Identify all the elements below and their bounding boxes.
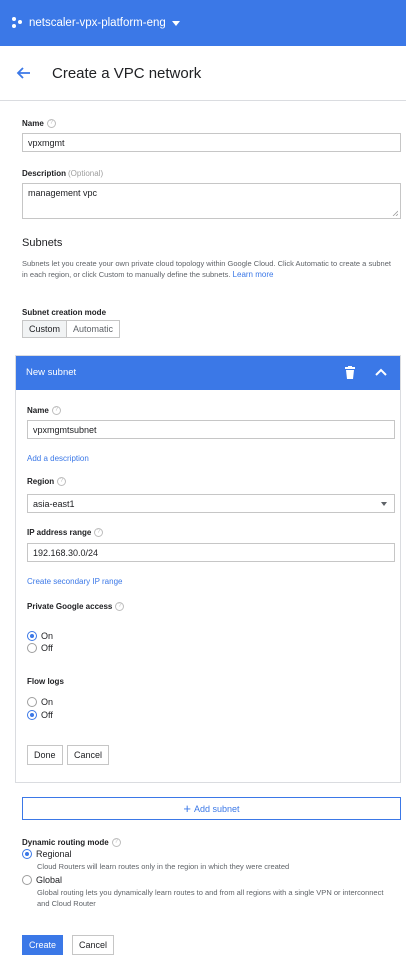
radio-selected-icon [27,710,37,720]
page-title: Create a VPC network [52,64,202,82]
private-access-on-radio[interactable]: On [27,631,53,641]
radio-selected-icon [22,849,32,859]
subnet-mode-label: Subnet creation mode [22,308,107,317]
mode-automatic-button[interactable]: Automatic [67,321,119,337]
ip-range-input[interactable]: 192.168.30.0/24 [27,543,395,562]
add-subnet-label: Add subnet [194,803,240,814]
help-icon[interactable]: ? [51,406,61,416]
cancel-button[interactable]: Cancel [72,935,115,955]
help-icon[interactable]: ? [57,477,67,487]
new-subnet-title: New subnet [26,367,77,378]
description-value: management vpc [28,188,98,198]
page-header: Create a VPC network [0,46,406,101]
regional-description: Cloud Routers will learn routes only in … [37,862,290,871]
global-description: Global routing lets you dynamically lear… [37,888,384,908]
help-icon[interactable]: ? [94,528,104,538]
help-icon[interactable]: ? [111,838,121,848]
help-icon[interactable]: ? [115,602,125,612]
flow-logs-on-radio[interactable]: On [27,697,53,707]
name-label: Name? [22,119,56,129]
radio-label: Global [36,875,63,885]
radio-unselected-icon [22,875,32,885]
chevron-up-icon[interactable] [374,366,388,380]
routing-mode-label: Dynamic routing mode? [22,838,121,848]
routing-regional-radio[interactable]: Regional [22,849,72,859]
subnet-mode-toggle: Custom Automatic [22,320,121,338]
add-subnet-button[interactable]: + Add subnet [22,797,401,820]
subnets-heading: Subnets [22,237,63,249]
private-access-off-radio[interactable]: Off [27,643,53,653]
radio-label: On [41,631,54,641]
add-description-link[interactable]: Add a description [27,454,89,463]
subnet-name-input[interactable]: vpxmgmtsubnet [27,420,395,439]
resize-handle-icon[interactable] [392,210,398,216]
subnets-description: Subnets let you create your own private … [22,259,391,279]
new-subnet-header: New subnet [16,356,400,390]
region-label: Region? [27,477,67,487]
ip-range-label: IP address range? [27,528,104,538]
region-value: asia-east1 [33,499,75,509]
dropdown-arrow-icon [381,502,387,506]
mode-custom-button[interactable]: Custom [23,321,68,337]
learn-more-link[interactable]: Learn more [233,270,274,279]
chevron-down-icon[interactable] [171,20,180,26]
plus-icon: + [183,800,192,816]
project-dots-icon [12,17,24,29]
project-selector[interactable]: netscaler-vpx-platform-eng [29,17,166,29]
description-label: Description (Optional) [22,169,104,178]
flow-logs-label: Flow logs [27,677,64,686]
radio-label: Off [41,643,53,653]
project-bar: netscaler-vpx-platform-eng [0,0,406,46]
back-arrow-icon[interactable] [14,63,34,83]
help-icon[interactable]: ? [46,119,56,129]
radio-label: Regional [36,849,72,859]
name-input[interactable]: vpxmgmt [22,133,401,152]
routing-global-radio[interactable]: Global [22,875,62,885]
subnet-cancel-button[interactable]: Cancel [67,745,110,765]
create-button[interactable]: Create [22,935,64,955]
description-textarea[interactable]: management vpc [22,183,401,219]
radio-unselected-icon [27,697,37,707]
secondary-range-link[interactable]: Create secondary IP range [27,577,122,586]
delete-icon[interactable] [344,366,356,380]
flow-logs-off-radio[interactable]: Off [27,710,53,720]
new-subnet-card: New subnet Name? vpxmgmtsubnet Add a des… [15,355,401,783]
radio-label: Off [41,710,53,720]
radio-selected-icon [27,631,37,641]
region-select[interactable]: asia-east1 [27,494,395,513]
private-access-label: Private Google access? [27,602,125,612]
radio-label: On [41,697,54,707]
subnet-name-label: Name? [27,406,61,416]
done-button[interactable]: Done [27,745,63,765]
radio-unselected-icon [27,643,37,653]
